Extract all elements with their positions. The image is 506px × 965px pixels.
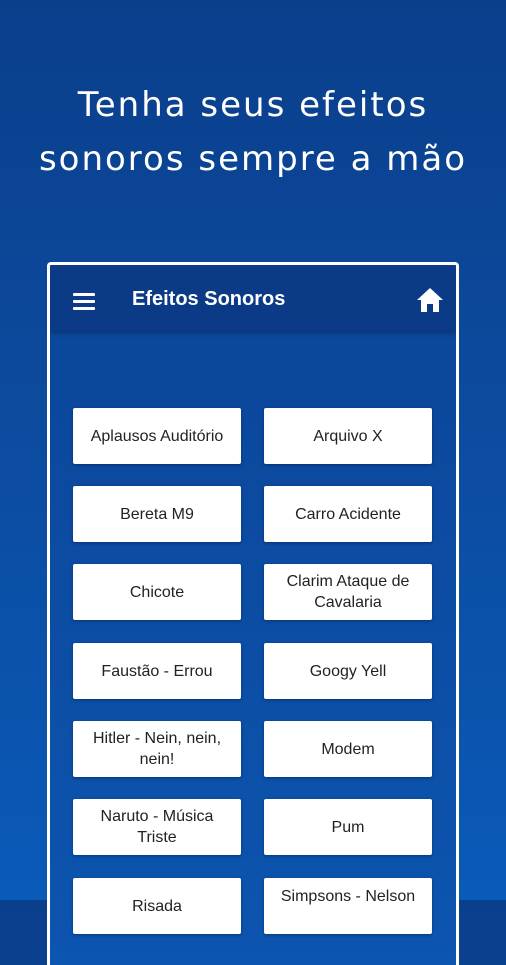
sound-button[interactable]: Clarim Ataque de Cavalaria: [264, 564, 432, 620]
menu-icon[interactable]: [73, 293, 95, 310]
sound-button[interactable]: Chicote: [73, 564, 241, 620]
sound-button[interactable]: Googy Yell: [264, 643, 432, 699]
headline-line-1: Tenha seus efeitos: [77, 85, 429, 125]
sound-button[interactable]: Carro Acidente: [264, 486, 432, 542]
sound-button[interactable]: Faustão - Errou: [73, 643, 241, 699]
sound-button[interactable]: Arquivo X: [264, 408, 432, 464]
home-icon[interactable]: [416, 287, 444, 313]
sound-button[interactable]: Pum: [264, 799, 432, 855]
sound-button[interactable]: Naruto - Música Triste: [73, 799, 241, 855]
phone-frame: Efeitos Sonoros Aplausos Auditório Arqui…: [47, 262, 459, 965]
sound-button[interactable]: Bereta M9: [73, 486, 241, 542]
sound-button[interactable]: Simpsons - Nelson: [264, 878, 432, 934]
sound-button[interactable]: Risada: [73, 878, 241, 934]
app-bar: Efeitos Sonoros: [50, 265, 456, 331]
promo-headline: Tenha seus efeitos sonoros sempre a mão: [0, 78, 506, 186]
sound-button[interactable]: Aplausos Auditório: [73, 408, 241, 464]
sound-button[interactable]: Hitler - Nein, nein, nein!: [73, 721, 241, 777]
headline-line-2: sonoros sempre a mão: [38, 139, 468, 179]
app-title: Efeitos Sonoros: [132, 288, 286, 310]
sound-button[interactable]: Modem: [264, 721, 432, 777]
